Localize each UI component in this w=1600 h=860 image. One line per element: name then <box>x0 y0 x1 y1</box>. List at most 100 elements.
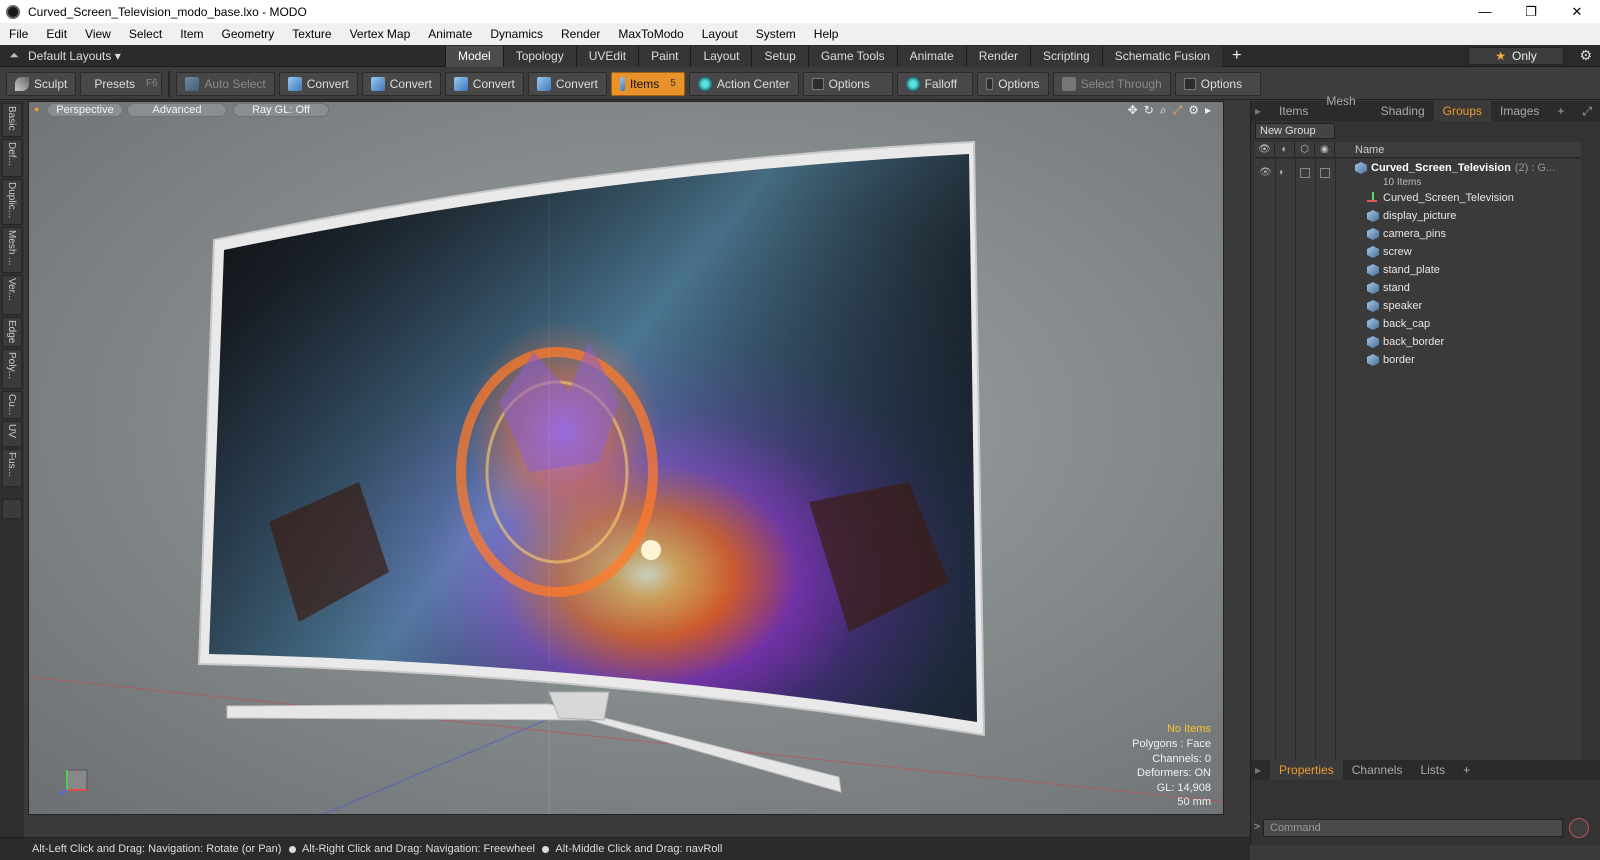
convert-vertices-button[interactable]: Convert <box>278 71 358 96</box>
properties-menu-icon[interactable]: ▸ <box>1251 760 1270 780</box>
vtab-mesh[interactable]: Mesh ... <box>2 227 22 273</box>
menu-item[interactable]: Item <box>171 23 212 45</box>
list-item[interactable]: stand <box>1367 279 1410 297</box>
tab-properties[interactable]: Properties <box>1270 760 1343 780</box>
auto-select-button[interactable]: Auto Select <box>176 71 275 96</box>
menu-dynamics[interactable]: Dynamics <box>481 23 552 45</box>
sculpt-button[interactable]: Sculpt <box>6 71 77 96</box>
name-column-header[interactable]: Name <box>1355 142 1384 158</box>
tab-layout[interactable]: Layout <box>690 46 752 67</box>
move-view-icon[interactable]: ✥ <box>1128 103 1138 118</box>
tab-model[interactable]: Model <box>445 46 503 67</box>
presets-button[interactable]: Presets F6 <box>80 71 163 96</box>
tab-items[interactable]: Items <box>1270 101 1317 121</box>
gear-icon[interactable]: ⚙ <box>1579 47 1592 64</box>
zoom-view-icon[interactable]: ⌕ <box>1160 103 1167 118</box>
tab-animate[interactable]: Animate <box>896 46 966 67</box>
vtab-duplicate[interactable]: Duplic... <box>2 179 22 225</box>
only-toggle[interactable]: ★ Only <box>1468 47 1564 65</box>
vtab-uv[interactable]: UV <box>2 421 22 447</box>
tab-scripting[interactable]: Scripting <box>1030 46 1102 67</box>
select-through-options-button[interactable]: Options <box>1174 71 1261 96</box>
tab-images[interactable]: Images <box>1491 101 1548 121</box>
viewport-menu-dot-icon[interactable]: ● <box>34 104 39 114</box>
group-render-icon[interactable]: ◐ <box>1279 167 1285 178</box>
select-column-icon[interactable]: ◉ <box>1315 142 1335 158</box>
close-button[interactable]: ✕ <box>1554 0 1600 23</box>
convert-polygons-button[interactable]: Convert <box>444 71 524 96</box>
list-item[interactable]: Curved_Screen_Television <box>1367 189 1514 207</box>
vtab-curve[interactable]: Cu... <box>2 391 22 419</box>
vtab-basic[interactable]: Basic <box>2 103 22 137</box>
action-center-options-button[interactable]: Options <box>802 71 893 96</box>
list-item[interactable]: back_border <box>1367 333 1444 351</box>
vtab-edge[interactable]: Edge <box>2 317 22 347</box>
minimize-button[interactable]: — <box>1462 0 1508 23</box>
add-panel-tab-plus-icon[interactable]: + <box>1548 101 1573 121</box>
shading-dropdown[interactable]: Advanced <box>127 103 227 117</box>
list-item[interactable]: screw <box>1367 243 1412 261</box>
command-input[interactable]: Command <box>1263 819 1563 837</box>
viewport-gear-icon[interactable]: ⚙ <box>1188 103 1199 118</box>
add-tab-plus-icon[interactable]: + <box>1222 45 1251 67</box>
collapse-icon[interactable]: ⏶ <box>0 48 28 63</box>
menu-animate[interactable]: Animate <box>419 23 481 45</box>
vtab-fusion[interactable]: Fus... <box>2 449 22 487</box>
add-properties-tab-plus-icon[interactable]: + <box>1454 760 1479 780</box>
menu-file[interactable]: File <box>0 23 37 45</box>
tab-schematic-fusion[interactable]: Schematic Fusion <box>1101 46 1223 67</box>
convert-edges-button[interactable]: Convert <box>361 71 441 96</box>
list-item[interactable]: display_picture <box>1367 207 1456 225</box>
list-item[interactable]: camera_pins <box>1367 225 1446 243</box>
fit-view-icon[interactable]: ⤢ <box>1173 103 1183 118</box>
layouts-dropdown[interactable]: Default Layouts ▾ <box>28 49 138 63</box>
menu-help[interactable]: Help <box>805 23 848 45</box>
view-mode-dropdown[interactable]: Perspective <box>47 103 123 117</box>
list-item[interactable]: speaker <box>1367 297 1422 315</box>
panel-expand-icon[interactable]: ⤢ <box>1573 101 1600 121</box>
menu-geometry[interactable]: Geometry <box>213 23 284 45</box>
menu-layout[interactable]: Layout <box>693 23 747 45</box>
falloff-button[interactable]: Falloff <box>896 71 973 96</box>
tab-lists[interactable]: Lists <box>1411 760 1454 780</box>
tab-game-tools[interactable]: Game Tools <box>807 46 897 67</box>
new-group-button[interactable]: New Group <box>1255 123 1335 139</box>
tab-setup[interactable]: Setup <box>751 46 808 67</box>
group-lock-checkbox[interactable] <box>1300 168 1310 178</box>
menu-view[interactable]: View <box>76 23 120 45</box>
viewport-expand-icon[interactable]: ▸ <box>1205 103 1211 118</box>
tab-shading[interactable]: Shading <box>1372 101 1434 121</box>
tab-paint[interactable]: Paint <box>638 46 691 67</box>
restore-button[interactable]: ❐ <box>1508 0 1554 23</box>
select-through-button[interactable]: Select Through <box>1052 71 1171 96</box>
tab-channels[interactable]: Channels <box>1343 760 1412 780</box>
command-history-icon[interactable]: > <box>1251 821 1263 833</box>
visibility-column-eye-icon[interactable]: 👁 <box>1255 142 1275 158</box>
group-select-checkbox[interactable] <box>1320 168 1330 178</box>
falloff-options-button[interactable]: Options <box>976 71 1049 96</box>
list-item[interactable]: back_cap <box>1367 315 1430 333</box>
tab-groups[interactable]: Groups <box>1433 101 1492 121</box>
raygl-dropdown[interactable]: Ray GL: Off <box>233 103 329 117</box>
rotate-view-icon[interactable]: ↻ <box>1144 103 1154 118</box>
vtab-polygon[interactable]: Poly... <box>2 349 22 389</box>
menu-texture[interactable]: Texture <box>283 23 340 45</box>
tab-topology[interactable]: Topology <box>502 46 576 67</box>
3d-viewport[interactable]: ● Perspective Advanced Ray GL: Off ✥ ↻ ⌕… <box>28 101 1224 815</box>
convert-materials-button[interactable]: Convert <box>527 71 607 96</box>
menu-render[interactable]: Render <box>552 23 609 45</box>
items-mode-button[interactable]: Items 5 <box>610 71 685 96</box>
lock-column-icon[interactable]: ⬡ <box>1295 142 1315 158</box>
list-item[interactable]: stand_plate <box>1367 261 1440 279</box>
vtab-vertex[interactable]: Ver... <box>2 275 22 315</box>
vtab-expand[interactable] <box>2 499 22 519</box>
menu-maxtomodo[interactable]: MaxToModo <box>609 23 692 45</box>
menu-select[interactable]: Select <box>120 23 171 45</box>
menu-edit[interactable]: Edit <box>37 23 76 45</box>
record-macro-icon[interactable] <box>1569 818 1589 838</box>
list-item[interactable]: border <box>1367 351 1415 369</box>
render-column-icon[interactable]: ◐ <box>1275 142 1295 158</box>
tab-uvedit[interactable]: UVEdit <box>575 46 639 67</box>
group-visibility-eye-icon[interactable]: 👁 <box>1259 167 1272 178</box>
action-center-button[interactable]: Action Center <box>688 71 799 96</box>
